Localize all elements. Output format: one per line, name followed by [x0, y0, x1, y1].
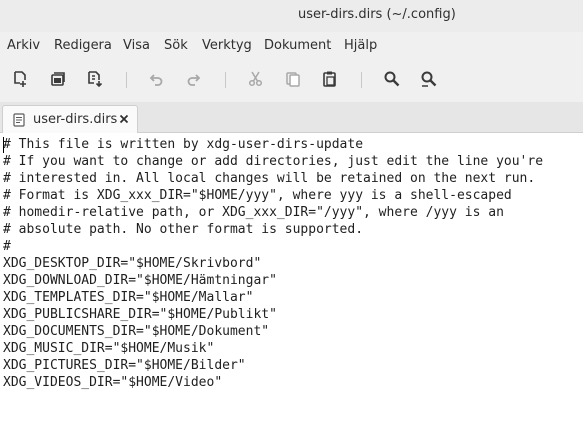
copy-icon — [286, 72, 300, 87]
undo-button[interactable] — [145, 68, 167, 90]
toolbar — [0, 58, 583, 102]
search-icon — [384, 71, 400, 87]
editor-line: XDG_PICTURES_DIR="$HOME/Bilder" — [3, 358, 246, 373]
tab-label: user-dirs.dirs — [33, 112, 118, 127]
close-icon — [119, 114, 129, 124]
tab-user-dirs[interactable]: user-dirs.dirs — [2, 105, 138, 133]
search-button[interactable] — [381, 68, 403, 90]
menu-sok[interactable]: Sök — [164, 38, 188, 53]
toolbar-separator — [361, 72, 362, 88]
menu-arkiv[interactable]: Arkiv — [7, 38, 40, 53]
editor-line: XDG_DOCUMENTS_DIR="$HOME/Dokument" — [3, 324, 270, 339]
title-bar: user-dirs.dirs (~/.config) — [0, 0, 583, 32]
redo-button[interactable] — [183, 68, 205, 90]
text-editor-area[interactable]: # This file is written by xdg-user-dirs-… — [0, 133, 583, 442]
save-document-button[interactable] — [84, 68, 106, 90]
paste-icon — [323, 71, 336, 87]
paste-button[interactable] — [319, 68, 341, 90]
menu-visa[interactable]: Visa — [123, 38, 150, 53]
menu-hjalp[interactable]: Hjälp — [344, 38, 377, 53]
cut-button[interactable] — [245, 68, 267, 90]
search-replace-icon — [421, 71, 437, 87]
undo-icon — [149, 74, 163, 86]
cut-icon — [248, 71, 263, 87]
editor-line: # homedir-relative path, or XDG_xxx_DIR=… — [3, 205, 504, 220]
menu-dokument[interactable]: Dokument — [264, 38, 331, 53]
menu-bar: Arkiv Redigera Visa Sök Verktyg Dokument… — [0, 32, 583, 58]
editor-line: XDG_DESKTOP_DIR="$HOME/Skrivbord" — [3, 256, 262, 271]
search-replace-button[interactable] — [418, 68, 440, 90]
editor-line: # — [3, 239, 11, 254]
new-document-button[interactable] — [9, 68, 31, 90]
toolbar-separator — [225, 72, 226, 88]
redo-icon — [187, 74, 201, 86]
window-title: user-dirs.dirs (~/.config) — [298, 7, 456, 22]
copy-button[interactable] — [282, 68, 304, 90]
toolbar-separator — [126, 72, 127, 88]
editor-line: # absolute path. No other format is supp… — [3, 222, 364, 237]
text-file-icon — [12, 113, 26, 127]
editor-line: # This file is written by xdg-user-dirs-… — [3, 137, 364, 152]
open-document-icon — [51, 72, 65, 86]
open-document-button[interactable] — [47, 68, 69, 90]
new-document-icon — [14, 71, 26, 87]
editor-line: XDG_TEMPLATES_DIR="$HOME/Mallar" — [3, 290, 254, 305]
close-tab-button[interactable] — [117, 112, 131, 126]
editor-line: XDG_VIDEOS_DIR="$HOME/Video" — [3, 375, 223, 390]
save-document-icon — [88, 71, 103, 88]
text-editor-window: user-dirs.dirs (~/.config) Arkiv Rediger… — [0, 0, 583, 442]
document-tab-bar: user-dirs.dirs — [0, 102, 583, 133]
editor-line: XDG_MUSIC_DIR="$HOME/Musik" — [3, 341, 215, 356]
menu-redigera[interactable]: Redigera — [54, 38, 112, 53]
editor-line: # interested in. All local changes will … — [3, 171, 536, 186]
editor-line: XDG_DOWNLOAD_DIR="$HOME/Hämtningar" — [3, 273, 277, 288]
editor-line: # If you want to change or add directori… — [3, 154, 544, 169]
editor-line: XDG_PUBLICSHARE_DIR="$HOME/Publikt" — [3, 307, 277, 322]
menu-verktyg[interactable]: Verktyg — [202, 38, 252, 53]
editor-line: # Format is XDG_xxx_DIR="$HOME/yyy", whe… — [3, 188, 512, 203]
